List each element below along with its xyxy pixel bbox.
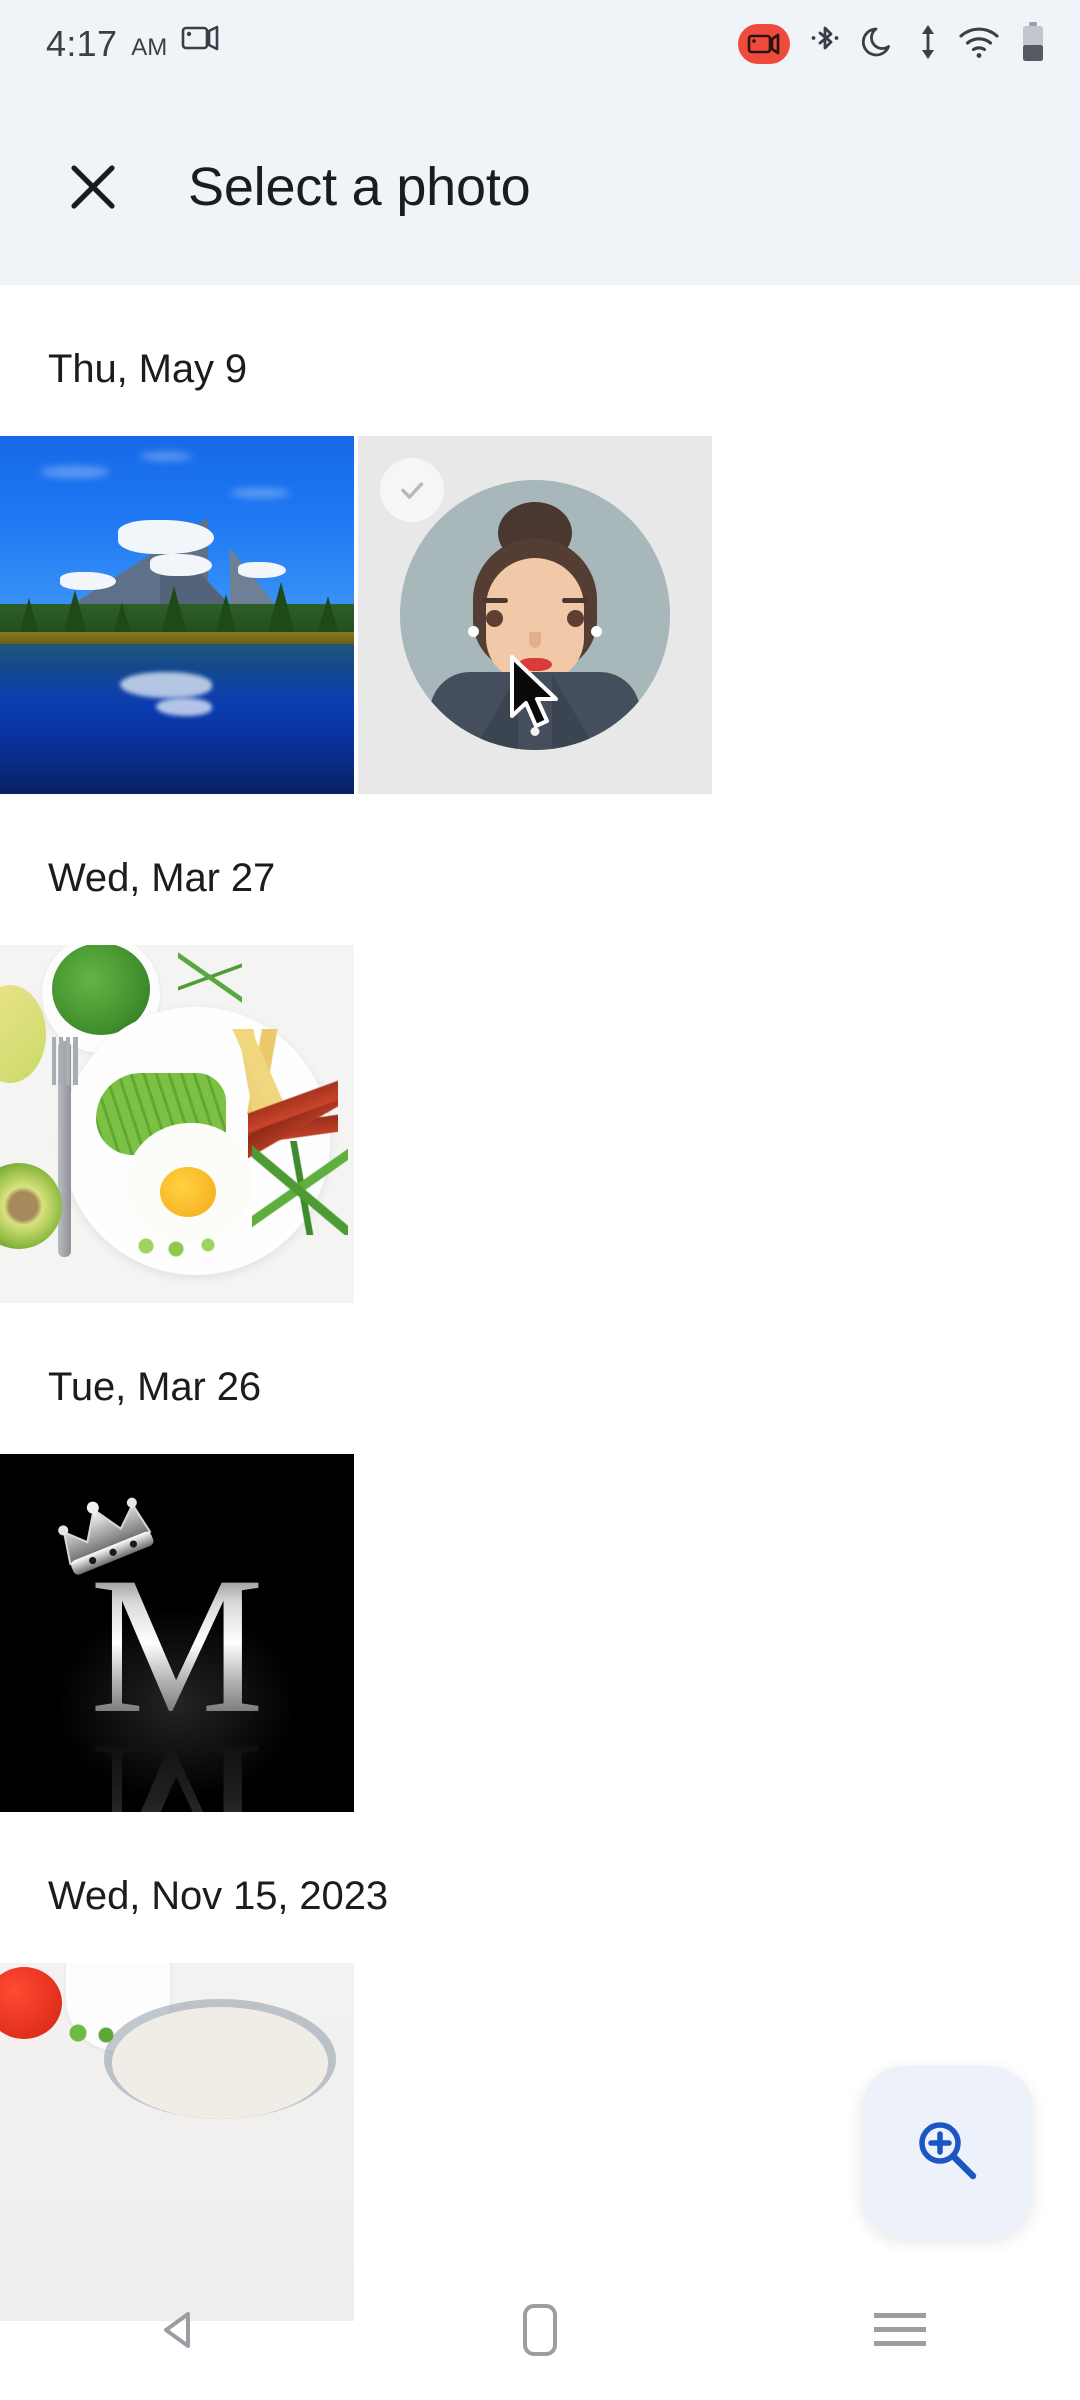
snow-cap — [238, 562, 286, 578]
herb-sprig — [178, 951, 242, 1003]
date-header: Wed, Nov 15, 2023 — [48, 1874, 388, 1918]
photo-thumbnail — [0, 945, 354, 1303]
nav-home-button[interactable] — [465, 2260, 615, 2400]
close-button[interactable] — [56, 150, 130, 224]
photo-thumbnail — [358, 436, 712, 794]
screen-cast-icon — [181, 23, 221, 58]
photo-breakfast-plate[interactable] — [0, 945, 354, 1303]
avocado-half — [0, 1163, 62, 1249]
photo-avatar-woman[interactable] — [358, 436, 712, 794]
photo-mountain-lake[interactable] — [0, 436, 354, 794]
snow-cap — [150, 554, 212, 576]
recents-icon — [874, 2313, 926, 2347]
nose — [529, 632, 541, 648]
screen-record-icon — [738, 24, 790, 64]
system-nav-bar — [0, 2260, 1080, 2400]
mouse-cursor — [506, 654, 568, 741]
data-transfer-icon — [918, 23, 938, 66]
tree — [62, 590, 88, 638]
status-bar: 4:17 AM — [0, 0, 1080, 88]
app-bar: Select a photo — [0, 88, 1080, 285]
plate-face — [112, 2007, 328, 2119]
eyebrow — [562, 598, 588, 603]
eye — [486, 610, 503, 627]
eye — [567, 610, 584, 627]
nav-recents-button[interactable] — [825, 2260, 975, 2400]
egg-yolk — [160, 1167, 216, 1217]
earring — [591, 626, 602, 637]
snow-cap — [118, 520, 214, 554]
tomato — [0, 1967, 62, 2039]
nav-back-button[interactable] — [105, 2260, 255, 2400]
date-header: Tue, Mar 26 — [48, 1365, 262, 1409]
wifi-icon — [958, 25, 1000, 64]
page-title: Select a photo — [188, 156, 531, 217]
magnifier-plus-icon — [911, 2114, 983, 2191]
snow-reflection — [156, 698, 212, 716]
cloud — [230, 488, 290, 498]
status-clock-ampm: AM — [131, 34, 168, 61]
home-icon — [523, 2304, 557, 2356]
eyebrow — [482, 598, 508, 603]
status-clock: 4:17 — [46, 23, 118, 64]
arugula — [252, 1141, 348, 1235]
photo-row — [0, 945, 1080, 1303]
status-bar-right — [738, 21, 1046, 68]
greens — [66, 2021, 126, 2045]
scallion-slices — [132, 1233, 242, 1259]
photo-thumbnail: M M — [0, 1454, 354, 1812]
photo-row — [0, 436, 1080, 794]
photo-crowned-m[interactable]: M M — [0, 1454, 354, 1812]
status-bar-left: 4:17 AM — [46, 26, 221, 62]
do-not-disturb-icon — [860, 23, 898, 66]
snow-reflection — [120, 672, 212, 698]
bluetooth-icon — [810, 23, 840, 66]
battery-icon — [1020, 21, 1046, 68]
date-header: Thu, May 9 — [48, 347, 248, 391]
date-header: Wed, Mar 27 — [48, 856, 276, 900]
cloud — [140, 452, 192, 461]
tree — [160, 586, 188, 638]
snow-cap — [60, 572, 116, 590]
tree — [266, 582, 296, 638]
lemon-slice — [0, 985, 46, 1083]
zoom-in-fab[interactable] — [861, 2066, 1033, 2238]
phone-screen: 4:17 AM Select a photo Thu, May 9 Wed, M… — [0, 0, 1080, 2400]
letter-m-reflection: M — [90, 1703, 264, 1812]
photo-row: M M — [0, 1454, 1080, 1812]
fork-tines — [52, 1037, 78, 1085]
photo-thumbnail — [0, 436, 354, 794]
selection-check-badge[interactable] — [380, 458, 444, 522]
earring — [468, 626, 479, 637]
shoreline — [0, 632, 354, 644]
cloud — [40, 466, 110, 478]
